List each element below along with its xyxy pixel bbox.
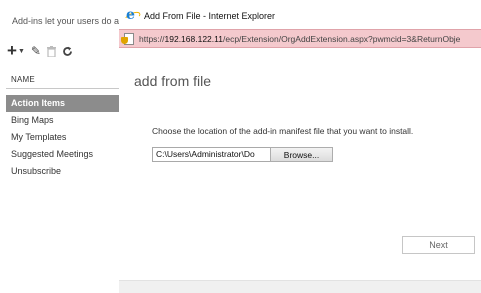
name-column-header[interactable]: NAME [11, 75, 35, 84]
list-item-unsubscribe[interactable]: Unsubscribe [6, 163, 119, 180]
chevron-down-icon: ▼ [17, 47, 25, 55]
address-bar[interactable]: https://192.168.122.11/ecp/Extension/Org… [119, 29, 481, 48]
file-path-input[interactable]: C:\Users\Administrator\Do [152, 147, 271, 162]
url-host: 192.168.122.11 [164, 33, 223, 44]
trash-icon-svg [46, 45, 56, 57]
url-prefix: https:// [139, 33, 165, 44]
list-item-action-items[interactable]: Action Items [6, 95, 119, 112]
list-item-my-templates[interactable]: My Templates [6, 129, 119, 146]
refresh-icon[interactable] [62, 46, 73, 57]
ie-popup-window: e Add From File - Internet Explorer http… [119, 5, 481, 293]
dialog-content: add from file Choose the location of the… [119, 48, 481, 280]
list-item-bing-maps[interactable]: Bing Maps [6, 112, 119, 129]
window-bottom-band [119, 280, 481, 293]
pencil-icon[interactable]: ✎ [31, 44, 41, 58]
internet-explorer-icon: e [123, 7, 142, 25]
plus-icon: + [7, 41, 17, 60]
add-button[interactable]: + ▼ [7, 41, 25, 60]
list-item-suggested-meetings[interactable]: Suggested Meetings [6, 146, 119, 163]
toolbar: + ▼ ✎ [7, 41, 73, 60]
address-url: https://192.168.122.11/ecp/Extension/Org… [139, 34, 460, 44]
file-picker: C:\Users\Administrator\Do Browse... [152, 147, 333, 162]
window-title: Add From File - Internet Explorer [144, 11, 276, 21]
refresh-icon-svg [63, 46, 72, 56]
next-button[interactable]: Next [402, 236, 475, 254]
addin-list: Action Items Bing Maps My Templates Sugg… [6, 95, 119, 180]
window-titlebar[interactable]: e Add From File - Internet Explorer [119, 5, 481, 27]
browse-button[interactable]: Browse... [270, 147, 333, 162]
certificate-warning-icon [121, 33, 134, 45]
url-path: /ecp/Extension/OrgAddExtension.aspx?pwmc… [222, 33, 461, 44]
header-divider [6, 88, 119, 89]
page-title: add from file [134, 73, 212, 89]
instruction-text: Choose the location of the add-in manife… [152, 126, 414, 136]
trash-icon[interactable] [46, 45, 56, 57]
page-description: Add-ins let your users do a [12, 16, 120, 26]
